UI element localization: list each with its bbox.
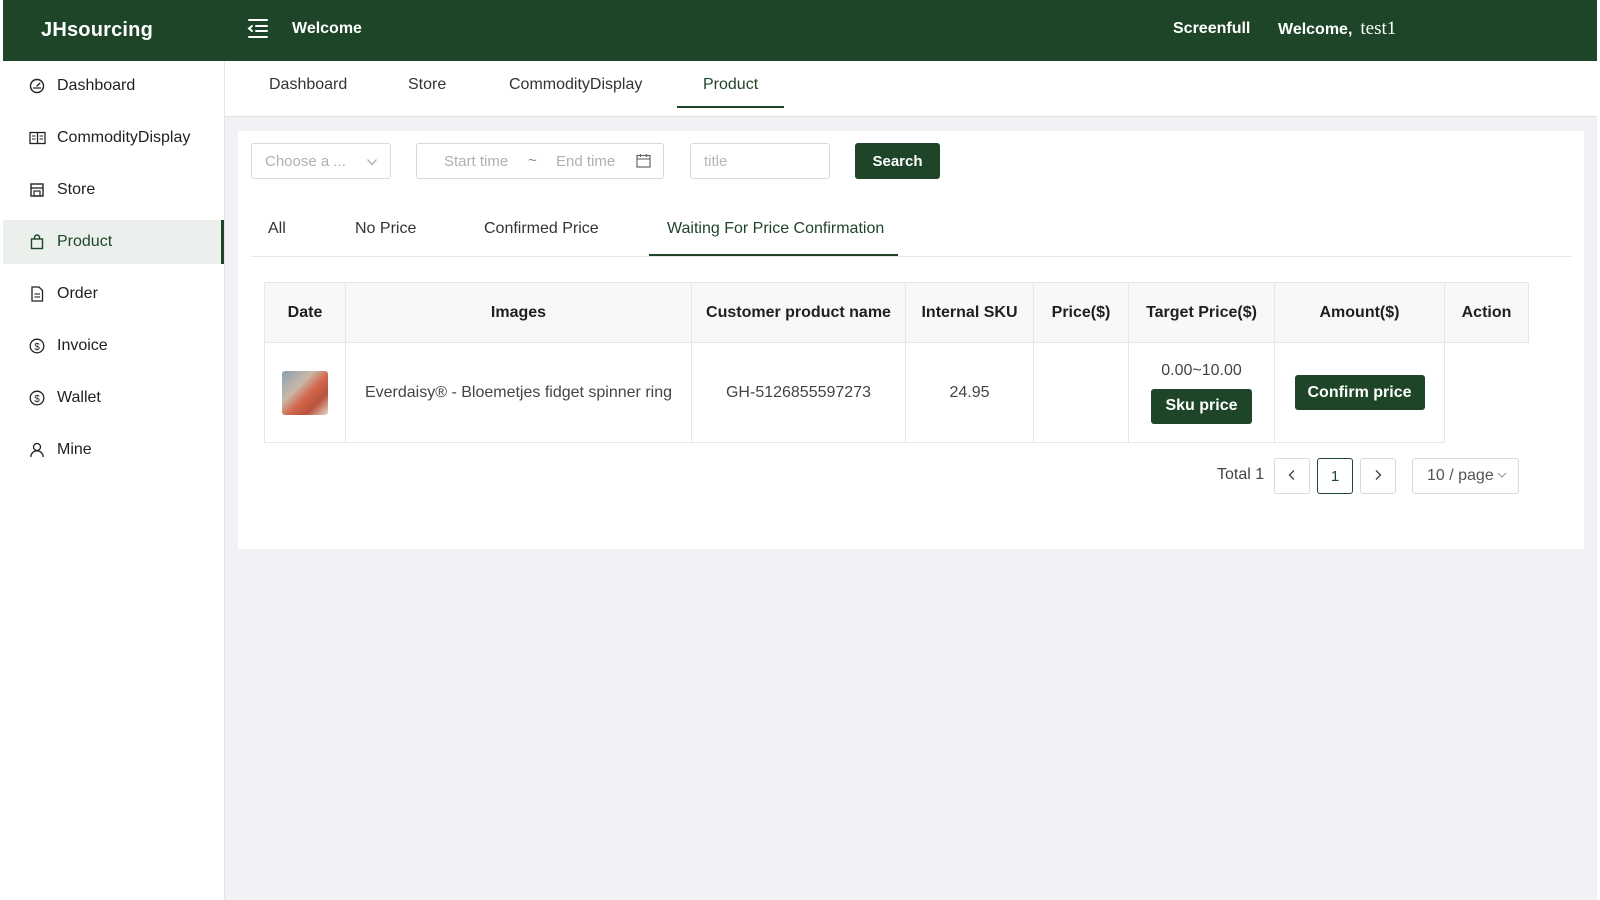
sidebar-item-invoice[interactable]: $ Invoice (3, 324, 224, 368)
search-button[interactable]: Search (855, 143, 940, 179)
sidebar: Dashboard CommodityDisplay Store Product… (3, 61, 225, 900)
tag-dashboard[interactable]: Dashboard (269, 76, 347, 94)
screenfull-button[interactable]: Screenfull (1173, 20, 1250, 38)
active-tab-indicator (649, 254, 898, 256)
main-content: Dashboard Store CommodityDisplay Product… (225, 61, 1597, 900)
chevron-right-icon (1373, 468, 1383, 485)
title-input[interactable] (690, 143, 830, 179)
welcome-text: Welcome, (1278, 21, 1353, 38)
tab-confirmed-price[interactable]: Confirmed Price (484, 220, 599, 238)
active-tag-indicator (677, 106, 784, 108)
status-select[interactable]: Choose a ... (251, 143, 391, 179)
column-header-action: Action (1444, 282, 1529, 343)
product-name-cell: Everdaisy® - Bloemetjes fidget spinner r… (345, 342, 692, 443)
sidebar-item-label: Invoice (57, 337, 108, 354)
product-table: Date Images Customer product name Intern… (264, 282, 1529, 443)
sidebar-item-label: Mine (57, 441, 92, 458)
user-icon (28, 441, 46, 459)
bag-icon (28, 233, 46, 251)
tags-view: Dashboard Store CommodityDisplay Product (225, 61, 1597, 117)
confirm-price-button[interactable]: Confirm price (1294, 375, 1425, 410)
column-header-customer-product-name: Customer product name (691, 282, 906, 343)
tag-commoditydisplay[interactable]: CommodityDisplay (509, 76, 642, 94)
target-price-range: 0.00~10.00 (1161, 361, 1242, 379)
sidebar-item-order[interactable]: Order (3, 272, 224, 316)
table-row: Everdaisy® - Bloemetjes fidget spinner r… (264, 342, 1529, 443)
sidebar-item-label: CommodityDisplay (57, 129, 191, 146)
pagination-total: Total 1 (1217, 466, 1265, 483)
prev-page-button[interactable] (1274, 458, 1310, 494)
store-icon (28, 181, 46, 199)
sidebar-item-commoditydisplay[interactable]: CommodityDisplay (3, 116, 224, 160)
table-header-row: Date Images Customer product name Intern… (264, 282, 1529, 343)
sku-cell: GH-5126855597273 (691, 342, 906, 443)
date-cell (264, 342, 346, 443)
product-thumbnail[interactable] (282, 370, 328, 415)
column-header-amount: Amount($) (1274, 282, 1445, 343)
product-panel: Choose a ... Start time ~ End time Searc… (238, 131, 1584, 549)
column-header-target-price: Target Price($) (1128, 282, 1275, 343)
select-placeholder: Choose a ... (265, 152, 346, 170)
column-header-internal-sku: Internal SKU (905, 282, 1034, 343)
svg-text:$: $ (34, 342, 40, 353)
start-time-placeholder: Start time (444, 153, 509, 170)
range-separator: ~ (528, 152, 537, 169)
chevron-down-icon (1497, 467, 1507, 485)
page-number-button[interactable]: 1 (1317, 458, 1353, 494)
tag-product[interactable]: Product (703, 76, 758, 94)
tab-no-price[interactable]: No Price (355, 220, 416, 238)
document-icon (28, 285, 46, 303)
sidebar-item-label: Product (57, 233, 113, 250)
tag-store[interactable]: Store (408, 76, 446, 94)
sidebar-item-label: Dashboard (57, 77, 136, 94)
calendar-icon (636, 153, 651, 172)
username: test1 (1360, 18, 1397, 39)
sidebar-item-store[interactable]: Store (3, 168, 224, 212)
sidebar-item-dashboard[interactable]: Dashboard (3, 64, 224, 108)
app-logo: JHsourcing (41, 19, 154, 41)
chevron-down-icon (366, 155, 378, 172)
column-header-price: Price($) (1033, 282, 1129, 343)
amount-cell (1033, 342, 1129, 443)
user-menu[interactable]: Welcome, test1 (1278, 18, 1396, 40)
page-size-select[interactable]: 10 / page (1412, 458, 1519, 494)
tab-all[interactable]: All (268, 220, 286, 238)
dollar-circle-icon: $ (28, 337, 46, 355)
dollar-circle-icon: $ (28, 389, 46, 407)
sidebar-item-product[interactable]: Product (3, 220, 224, 264)
next-page-button[interactable] (1360, 458, 1396, 494)
sidebar-item-wallet[interactable]: $ Wallet (3, 376, 224, 420)
confirm-cell: Confirm price (1274, 342, 1445, 443)
tab-waiting-confirmation[interactable]: Waiting For Price Confirmation (667, 220, 884, 238)
column-header-images: Images (345, 282, 692, 343)
sidebar-item-label: Order (57, 285, 98, 302)
sidebar-item-mine[interactable]: Mine (3, 428, 224, 472)
book-icon (28, 129, 46, 147)
status-tabs: All No Price Confirmed Price Waiting For… (251, 209, 1572, 257)
chevron-left-icon (1287, 468, 1297, 485)
target-price-cell: 0.00~10.00 Sku price (1128, 342, 1275, 443)
sidebar-item-label: Store (57, 181, 96, 198)
end-time-placeholder: End time (556, 153, 616, 170)
page-size-value: 10 / page (1427, 467, 1494, 484)
date-range-picker[interactable]: Start time ~ End time (416, 143, 664, 179)
action-cell (1444, 342, 1529, 443)
menu-fold-icon[interactable] (246, 16, 270, 40)
column-header-date: Date (264, 282, 346, 343)
sku-price-button[interactable]: Sku price (1151, 388, 1252, 424)
top-header: JHsourcing Welcome Screenfull Welcome, te… (3, 0, 1597, 61)
sidebar-item-label: Wallet (57, 389, 101, 406)
dashboard-icon (28, 77, 46, 95)
header-title: Welcome (292, 20, 362, 37)
svg-text:$: $ (34, 394, 40, 405)
price-cell: 24.95 (905, 342, 1034, 443)
